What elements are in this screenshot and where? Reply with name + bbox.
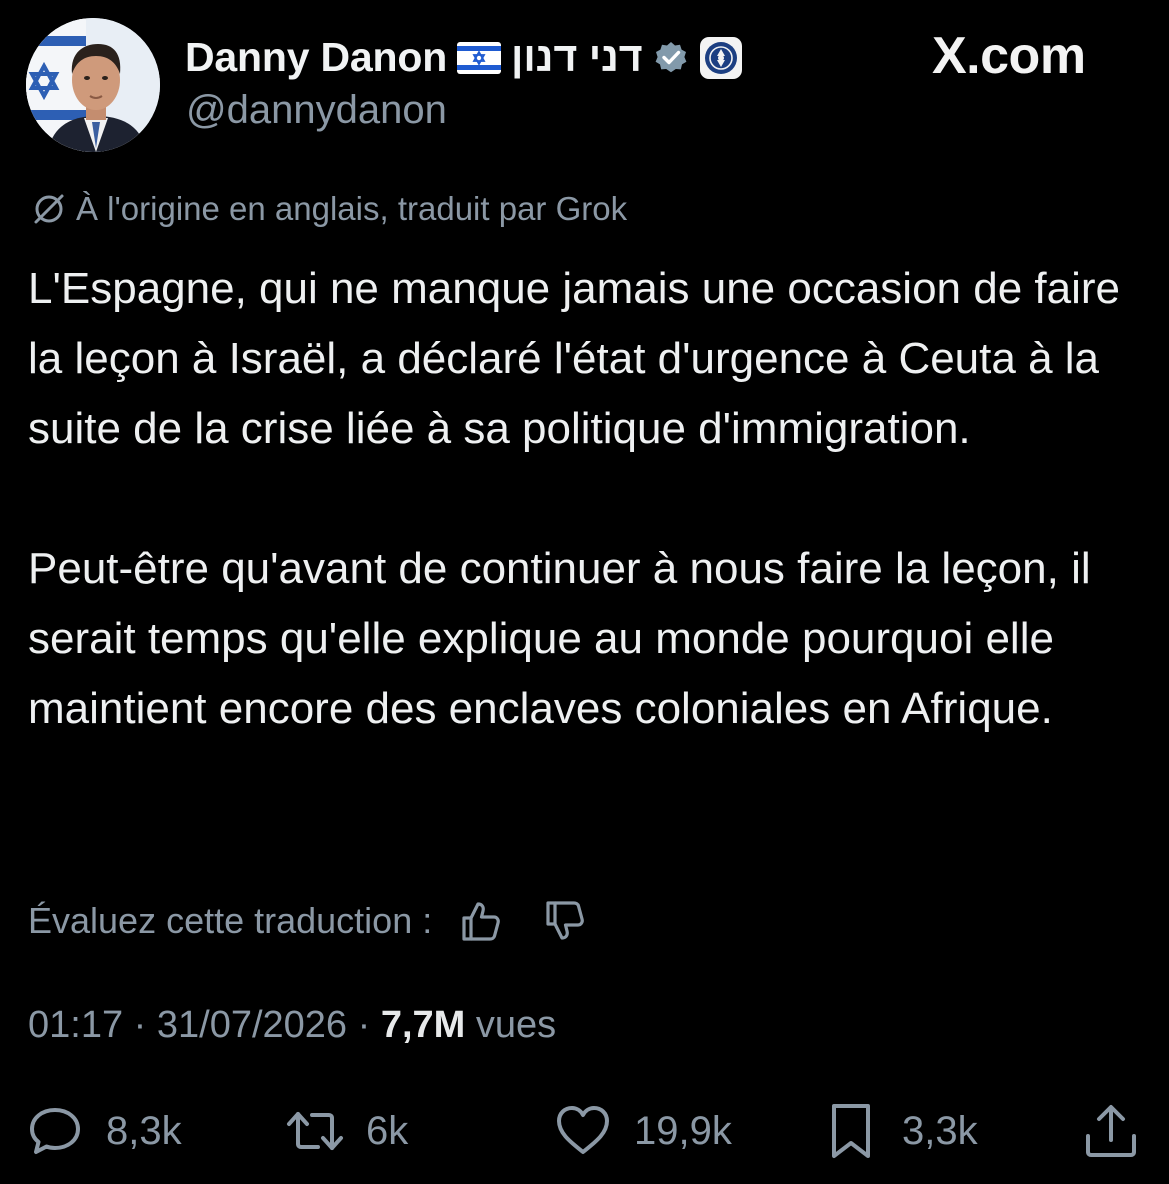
- share-icon: [1086, 1105, 1136, 1157]
- meta-separator: ·: [133, 1004, 147, 1046]
- thumbs-up-icon[interactable]: [456, 896, 506, 946]
- tweet-text: L'Espagne, qui ne manque jamais une occa…: [28, 254, 1148, 744]
- tweet-action-bar: 8,3k 6k 19,9k 3,3k: [0, 1096, 1169, 1166]
- author-handle[interactable]: @dannydanon: [186, 88, 447, 133]
- repost-button[interactable]: 6k: [284, 1096, 408, 1166]
- tweet-screenshot: Danny Danon דני דנון @dannydanon X.com À…: [0, 0, 1169, 1184]
- reply-icon: [30, 1108, 80, 1154]
- thumbs-down-icon[interactable]: [540, 896, 590, 946]
- tweet-time[interactable]: 01:17: [28, 1004, 123, 1046]
- tweet-date[interactable]: 31/07/2026: [157, 1004, 347, 1046]
- bookmark-button[interactable]: 3,3k: [820, 1096, 978, 1166]
- author-hebrew-name: דני דנון: [511, 34, 643, 80]
- avatar-portrait-image: [26, 18, 160, 152]
- author-display-name[interactable]: Danny Danon: [185, 34, 447, 81]
- reply-count: 8,3k: [106, 1108, 182, 1153]
- views-label: vues: [475, 1004, 557, 1046]
- heart-icon: [557, 1106, 609, 1154]
- site-watermark: X.com: [932, 27, 1086, 85]
- rate-translation-row: Évaluez cette traduction :: [28, 896, 590, 946]
- tweet-paragraph: Peut-être qu'avant de continuer à nous f…: [28, 544, 1091, 733]
- meta-separator: ·: [357, 1004, 371, 1046]
- tweet-paragraph: L'Espagne, qui ne manque jamais une occa…: [28, 264, 1121, 453]
- israel-flag-icon: [457, 41, 502, 74]
- views-count: 7,7M: [380, 1004, 466, 1046]
- government-affiliation-badge-icon[interactable]: [699, 36, 743, 80]
- author-name-row: Danny Danon דני דנון: [185, 34, 743, 81]
- like-count: 19,9k: [634, 1108, 732, 1153]
- share-button[interactable]: [1080, 1096, 1142, 1166]
- reply-button[interactable]: 8,3k: [24, 1096, 182, 1166]
- author-avatar[interactable]: [26, 18, 160, 152]
- translation-notice-text: À l'origine en anglais, traduit par Grok: [76, 190, 628, 227]
- like-button[interactable]: 19,9k: [552, 1096, 732, 1166]
- tweet-meta: 01:17 · 31/07/2026 · 7,7M vues: [28, 1004, 556, 1047]
- rate-translation-label: Évaluez cette traduction :: [28, 900, 433, 941]
- translation-notice: À l'origine en anglais, traduit par Grok: [30, 190, 627, 228]
- bookmark-count: 3,3k: [902, 1108, 978, 1153]
- bookmark-icon: [832, 1104, 870, 1158]
- repost-icon: [287, 1112, 343, 1150]
- grok-translate-icon: [34, 194, 64, 224]
- repost-count: 6k: [366, 1108, 409, 1153]
- verified-badge-icon[interactable]: [653, 40, 689, 76]
